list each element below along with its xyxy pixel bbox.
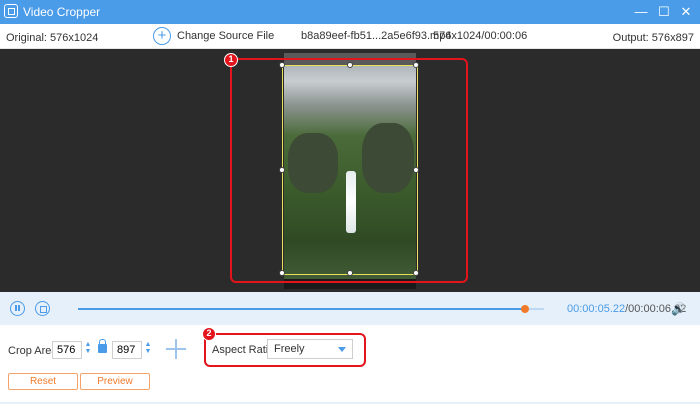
minimize-button[interactable]: — [632,3,650,21]
time-readout: 00:00:05.22/00:00:06.02 [567,303,686,315]
title-bar: Video Cropper — ☐ ✕ [0,0,700,24]
height-stepper-icon[interactable]: ▲ ▼ [144,341,152,357]
aspect-highlight-box [204,333,366,367]
maximize-button[interactable]: ☐ [655,3,673,21]
progress-track[interactable] [78,305,544,313]
callout-badge-1: 1 [224,53,238,67]
file-size-duration: 576x1024/00:00:06 [433,30,528,42]
preview-button[interactable]: Preview [80,373,150,390]
reset-button[interactable]: Reset [8,373,78,390]
pause-icon[interactable] [10,301,25,316]
video-cropper-window: Video Cropper — ☐ ✕ Original: 576x1024 +… [0,0,700,404]
info-bar: Original: 576x1024 + Change Source File … [0,24,700,49]
lock-icon[interactable] [98,339,107,353]
app-icon [4,4,18,18]
volume-icon[interactable]: 🔊 [671,302,686,316]
change-source-file-button[interactable]: Change Source File [177,30,274,42]
crop-width-input[interactable] [52,341,82,359]
video-preview: 1 [0,49,700,292]
output-size-label: Output: 576x897 [612,32,694,44]
original-size-label: Original: 576x1024 [6,32,99,44]
crop-height-input[interactable] [112,341,142,359]
file-name: b8a89eef-fb51...2a5e6f93.mp4 [301,30,452,42]
stop-icon[interactable] [35,301,50,316]
playback-bar: 00:00:05.22/00:00:06.02 🔊 [0,292,700,325]
window-title: Video Cropper [23,5,101,19]
callout-badge-2: 2 [202,327,216,341]
center-crop-icon[interactable] [166,339,186,359]
add-icon[interactable]: + [153,27,171,45]
crop-settings-panel: Crop Area: ▲▼ ▲▼ Aspect Ratio: Freely 2 … [0,325,700,404]
progress-fill [78,308,526,310]
width-stepper-icon[interactable]: ▲ ▼ [84,341,92,357]
current-time: 00:00:05.22 [567,303,626,315]
progress-thumb[interactable] [521,305,530,313]
close-button[interactable]: ✕ [677,3,695,21]
crop-highlight-box [230,58,468,283]
